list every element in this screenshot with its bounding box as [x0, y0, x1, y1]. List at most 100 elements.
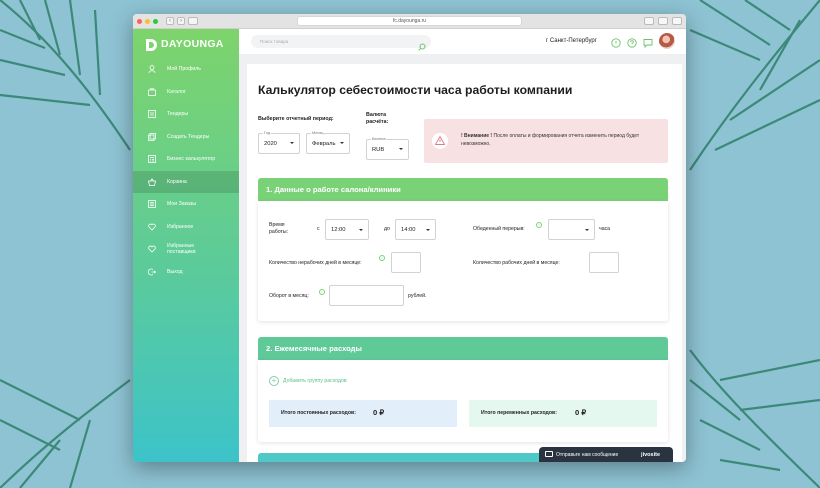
info-icon[interactable]: i [536, 222, 542, 228]
share-icon[interactable] [658, 17, 668, 25]
close-window-button[interactable] [137, 18, 142, 24]
info-icon[interactable]: i [319, 289, 325, 295]
from-label: с [317, 226, 320, 232]
avatar[interactable] [659, 33, 675, 49]
sidebar-item-create-tenders[interactable]: Создать Тендеры [133, 126, 239, 149]
turnover-label: Оборот в месяц: [269, 293, 309, 299]
section-2-card: + Добавить группу расходов Итого постоян… [258, 360, 668, 442]
chat-text: Отправьте нам сообщение [556, 452, 619, 458]
variable-expenses-total: Итого переменных расходов: 0 ₽ [469, 400, 657, 427]
sidebar-item-label: Избранные поставщики [167, 243, 196, 256]
sidebar-item-tenders[interactable]: Тендеры [133, 103, 239, 126]
section-2-header[interactable]: 2. Ежемесячные расходы [258, 337, 668, 360]
nonwork-days-label: Количество нерабочих дней в месяце: [269, 260, 362, 266]
chat-icon [545, 451, 553, 457]
sidebar-item-label: Создать Тендеры [167, 133, 210, 140]
info-icon[interactable]: i [379, 255, 385, 261]
sidebar-toggle-icon[interactable] [188, 17, 198, 25]
back-arrow-icon[interactable]: ‹ [166, 17, 174, 25]
month-caption: Месяц [311, 131, 325, 135]
heart-icon [148, 245, 156, 253]
sidebar: DAYOUNGA Мой Профиль Каталог Тендеры Соз… [133, 29, 239, 462]
search-icon[interactable] [418, 38, 426, 56]
sidebar-item-favorites[interactable]: Избранное [133, 216, 239, 239]
work-days-input[interactable] [589, 252, 619, 273]
sidebar-item-logout[interactable]: Выход [133, 261, 239, 284]
year-value: 2020 [264, 141, 277, 147]
work-from-select[interactable]: 12:00 [325, 219, 369, 240]
turnover-input[interactable] [329, 285, 404, 306]
address-bar[interactable]: fc.dayounga.ru [297, 16, 522, 26]
warning-bold: ! Внимание ! [461, 133, 493, 139]
sidebar-item-cart[interactable]: Корзина [133, 170, 239, 193]
logout-icon [148, 268, 156, 276]
variable-expenses-value: 0 ₽ [575, 408, 587, 417]
add-expense-group-button[interactable]: + Добавить группу расходов [269, 376, 347, 386]
location-icon[interactable] [611, 35, 621, 48]
nonwork-days-input[interactable] [391, 252, 421, 273]
orders-icon [148, 200, 156, 209]
chat-brand: jivosite [641, 451, 660, 458]
currency-select[interactable]: Валюта RUB [366, 137, 409, 160]
work-to-value: 14:00 [401, 227, 416, 233]
search-input[interactable]: Поиск товара [251, 35, 431, 48]
sidebar-item-label: Бизнес калькулятор [167, 156, 216, 163]
chevron-down-icon [426, 229, 430, 231]
help-icon[interactable] [627, 35, 637, 48]
calculator-icon [148, 155, 156, 164]
variable-expenses-label: Итого переменных расходов: [481, 410, 557, 416]
year-select[interactable]: Год 2020 [258, 131, 300, 154]
plus-icon: + [269, 376, 279, 386]
sidebar-item-label: Корзина [167, 178, 187, 185]
sidebar-item-label: Мой Профиль [167, 66, 201, 73]
work-to-select[interactable]: 14:00 [395, 219, 436, 240]
city-selector[interactable]: г Санкт-Петербург [546, 38, 597, 44]
logo-icon [146, 38, 157, 51]
profile-icon [148, 65, 156, 74]
lunch-unit: часа [599, 226, 611, 232]
month-value: Февраль [312, 141, 336, 147]
main-content: Калькулятор себестоимости часа работы ко… [239, 55, 686, 462]
download-icon[interactable] [644, 17, 654, 25]
section-1-card: Время работы: с 12:00 до 14:00 Обеденный… [258, 201, 668, 321]
minimize-window-button[interactable] [145, 18, 150, 24]
sidebar-item-favorite-suppliers[interactable]: Избранные поставщики [133, 238, 239, 261]
year-caption: Год [263, 131, 272, 135]
logo[interactable]: DAYOUNGA [133, 29, 239, 53]
message-icon[interactable] [643, 35, 653, 49]
lunch-break-label: Обеденный перерыв: [473, 226, 525, 232]
sidebar-item-label: Избранное [167, 223, 194, 230]
sidebar-item-catalog[interactable]: Каталог [133, 81, 239, 104]
calculator-panel: Калькулятор себестоимости часа работы ко… [247, 64, 682, 462]
fixed-expenses-total: Итого постоянных расходов: 0 ₽ [269, 400, 457, 427]
browser-toolbar: ‹ › fc.dayounga.ru [133, 14, 686, 29]
currency-value: RUB [372, 147, 385, 153]
logo-text: DAYOUNGA [161, 37, 224, 50]
currency-caption: Валюта [371, 137, 387, 141]
month-select[interactable]: Месяц Февраль [306, 131, 350, 154]
work-time-label: Время работы: [269, 222, 289, 235]
chat-widget[interactable]: Отправьте нам сообщение jivosite [539, 447, 673, 462]
period-label: Выберите отчетный период: [258, 116, 334, 122]
section-1-header[interactable]: 1. Данные о работе салона/клиники [258, 178, 668, 201]
sidebar-item-profile[interactable]: Мой Профиль [133, 58, 239, 81]
catalog-icon [148, 88, 156, 96]
currency-label: Валюта расчёта: [366, 112, 389, 125]
work-from-value: 12:00 [331, 227, 346, 233]
browser-window: ‹ › fc.dayounga.ru DAYOUNGA Мой Профиль … [133, 14, 686, 462]
tabs-icon[interactable] [672, 17, 682, 25]
heart-icon [148, 223, 156, 231]
tenders-icon [148, 110, 156, 119]
sidebar-item-orders[interactable]: Мои Заказы [133, 193, 239, 216]
sidebar-item-label: Каталог [167, 88, 186, 95]
sidebar-item-label: Выход [167, 268, 183, 275]
to-label: до [384, 226, 390, 232]
cart-icon [148, 177, 156, 186]
forward-arrow-icon[interactable]: › [177, 17, 185, 25]
create-tender-icon [148, 132, 156, 141]
sidebar-item-calculator[interactable]: Бизнес калькулятор [133, 148, 239, 171]
zoom-window-button[interactable] [153, 18, 158, 24]
add-expense-group-label: Добавить группу расходов [283, 378, 347, 384]
lunch-break-select[interactable] [548, 219, 595, 240]
fixed-expenses-label: Итого постоянных расходов: [281, 410, 356, 416]
